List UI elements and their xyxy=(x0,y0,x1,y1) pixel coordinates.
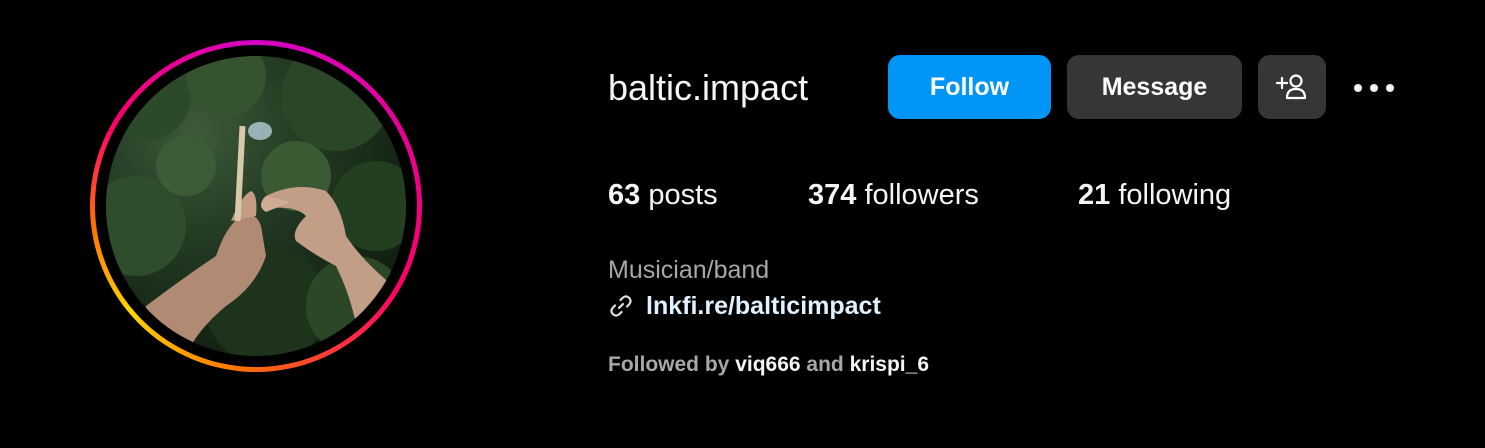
following-number: 21 xyxy=(1078,179,1111,211)
follow-button[interactable]: Follow xyxy=(888,55,1051,119)
profile-username: baltic.impact xyxy=(608,67,809,108)
followers-label: followers xyxy=(864,179,979,211)
posts-label: posts xyxy=(648,179,718,211)
followed-by-summary[interactable]: Followed by viq666 and krispi_6 xyxy=(608,350,929,380)
mutual-follower-2[interactable]: krispi_6 xyxy=(850,353,929,376)
add-person-icon xyxy=(1276,74,1307,100)
bio-link[interactable]: lnkfi.re/balticimpact xyxy=(608,290,881,322)
chain-link-icon xyxy=(610,295,632,317)
avatar-ring-gap xyxy=(95,45,417,367)
followers-link[interactable]: 374 followers xyxy=(808,176,979,214)
profile-category: Musician/band xyxy=(608,256,770,284)
following-link[interactable]: 21 following xyxy=(1078,176,1231,214)
posts-count: 63 posts xyxy=(608,176,718,214)
avatar[interactable] xyxy=(106,56,406,356)
followers-number: 374 xyxy=(808,179,857,211)
posts-number: 63 xyxy=(608,179,641,211)
mutual-follower-1[interactable]: viq666 xyxy=(735,353,800,376)
followed-by-prefix: Followed by xyxy=(608,353,730,376)
following-label: following xyxy=(1118,179,1232,211)
suggest-accounts-button[interactable] xyxy=(1258,55,1326,119)
message-button[interactable]: Message xyxy=(1067,55,1242,119)
bio-link-text[interactable]: lnkfi.re/balticimpact xyxy=(646,292,881,321)
more-options-button[interactable] xyxy=(1348,66,1400,110)
profile-photo-image xyxy=(106,56,406,356)
ellipsis-icon xyxy=(1354,84,1394,92)
followed-by-conjunction: and xyxy=(806,353,844,376)
avatar-story-ring[interactable] xyxy=(90,40,422,372)
